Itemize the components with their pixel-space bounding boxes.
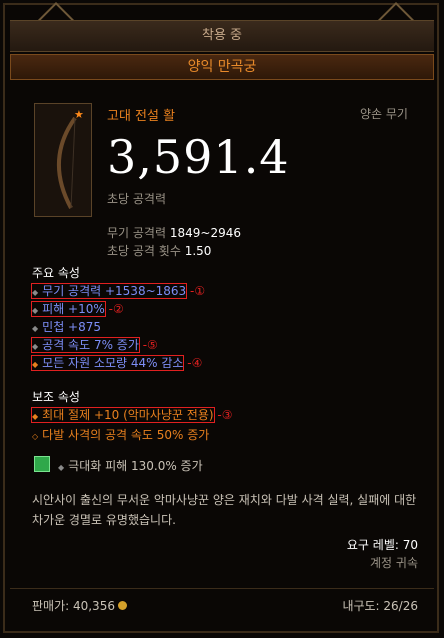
durability: 내구도: 26/26 [342,599,418,613]
weapon-damage-row: 무기 공격력 1849~2946 [107,224,241,241]
affix-attack-speed: ◆ 공격 속도 7% 증가 -⑤ [31,337,158,353]
primary-section-title: 주요 속성 [32,266,80,280]
emerald-gem-icon [34,456,50,472]
flavor-text: 시안사이 출신의 무서운 악마사냥꾼 양은 재치와 다발 사격 실력, 실패에 … [32,493,417,527]
dps-value: 3,591.4 [107,130,290,184]
affix-weapon-damage: ◆ 무기 공격력 +1538~1863 -① [30,283,206,299]
required-level: 요구 레벨: 70 [346,538,418,552]
dps-label: 초당 공격력 [107,192,167,206]
account-bound: 계정 귀속 [370,556,418,570]
affix-resource-cost: ◆ 모든 자원 소모량 44% 감소 -④ [30,355,203,371]
attacks-per-second-row: 초당 공격 횟수 1.50 [107,242,211,259]
sell-price: 판매가: 40,356 [32,597,127,614]
affix-dexterity: ◆ 민첩 +875 [32,320,102,334]
weapon-damage-label: 무기 공격력 [107,226,167,240]
item-quality: 고대 전설 활 [107,109,176,124]
ancient-star-icon: ★ [74,108,84,121]
tooltip-footer: 판매가: 40,356 내구도: 26/26 [10,588,434,622]
gold-coin-icon [117,601,127,610]
socket-bonus: ◆ 극대화 피해 130.0% 증가 [58,459,203,473]
bow-icon: ★ [34,103,92,217]
aps-value: 1.50 [184,244,212,258]
affix-damage: ◆ 피해 +10% -② [31,301,124,317]
item-slot: 양손 무기 [360,107,408,121]
affix-multishot-speed: ◇ 다발 사격의 공격 속도 50% 증가 [32,428,210,442]
aps-label: 초당 공격 횟수 [107,244,181,258]
item-name: 양익 만곡궁 [10,54,434,80]
tooltip-header: 착용 중 [10,20,434,52]
secondary-section-title: 보조 속성 [32,390,80,404]
weapon-damage-value: 1849~2946 [169,226,241,240]
affix-max-discipline: ◆ 최대 절제 +10 (악마사냥꾼 전용) -③ [31,407,233,423]
